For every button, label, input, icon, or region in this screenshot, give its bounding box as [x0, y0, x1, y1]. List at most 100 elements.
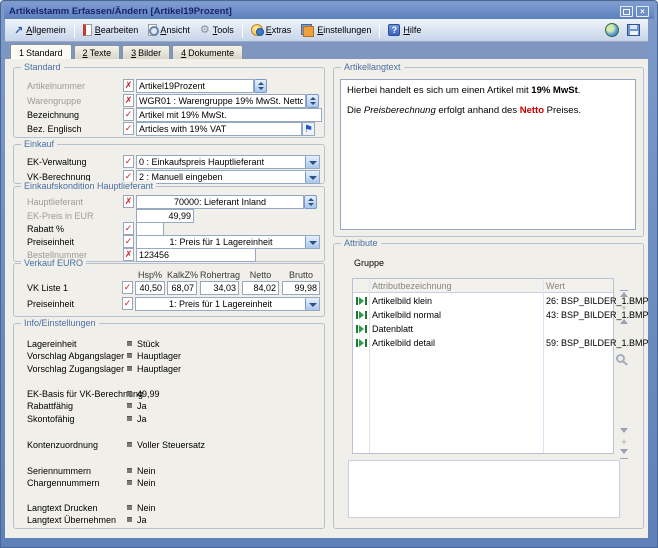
app-window: Artikelstamm Erfassen/Ändern [Artikel19P… — [0, 0, 658, 548]
mandatory-x-icon[interactable] — [123, 94, 134, 107]
bullet-icon — [127, 505, 132, 510]
row-up-button[interactable] — [619, 317, 629, 327]
search-magnifier-icon[interactable] — [616, 354, 625, 363]
tab-dokumente[interactable]: 4Dokumente — [172, 45, 243, 59]
row-add-button[interactable]: + — [619, 438, 629, 448]
preiseinheit-select[interactable]: 1: Preis für 1 Lagereinheit — [136, 235, 320, 249]
window-close-button[interactable]: × — [636, 6, 649, 17]
brutto-input[interactable] — [282, 281, 320, 295]
hsp-input[interactable] — [135, 281, 165, 295]
bullet-icon — [127, 353, 132, 358]
ek-preis-input[interactable] — [136, 209, 194, 223]
window-restore-button[interactable] — [620, 6, 633, 17]
mandatory-x-icon[interactable] — [123, 248, 134, 261]
tab-standard[interactable]: 1Standard — [10, 44, 72, 59]
column-header: KalkZ% — [167, 270, 197, 280]
globe-icon[interactable] — [605, 23, 619, 37]
menu-einstellungen[interactable]: Einstellungen — [296, 22, 376, 39]
extras-icon — [251, 24, 263, 36]
mandatory-x-icon[interactable] — [123, 195, 134, 208]
language-flag-icon[interactable] — [302, 122, 315, 136]
info-value: Ja — [137, 401, 147, 411]
table-row[interactable]: Datenblatt — [353, 322, 613, 336]
group-info-einstellungen: Info/Einstellungen LagereinheitStück Vor… — [13, 323, 325, 529]
dropdown-arrow-icon[interactable] — [305, 298, 319, 310]
info-label: Seriennummern — [27, 466, 91, 476]
ek-verwaltung-select[interactable]: 0 : Einkaufspreis Hauptlieferant — [136, 155, 320, 169]
menu-separator — [379, 23, 380, 38]
menu-bar: Allgemein Bearbeiten Ansicht ⚙Tools Extr… — [5, 19, 648, 42]
dropdown-arrow-icon[interactable] — [305, 171, 319, 183]
column-header-wert[interactable]: Wert — [546, 281, 565, 291]
menu-label: Bearbeiten — [95, 25, 139, 35]
hauptlieferant-input[interactable] — [136, 195, 304, 209]
mandatory-x-icon[interactable] — [123, 79, 134, 92]
group-verkauf-euro: Verkauf EURO Hsp% KalkZ% Rohertrag Netto… — [13, 263, 325, 317]
view-magnifier-icon — [148, 24, 157, 36]
check-icon[interactable] — [123, 155, 134, 168]
info-label: Skontofähig — [27, 414, 75, 424]
menu-label: Extras — [266, 25, 292, 35]
menu-hilfe[interactable]: Hilfe — [383, 22, 426, 38]
check-icon[interactable] — [123, 235, 134, 248]
column-header: Netto — [242, 270, 279, 280]
tab-bilder[interactable]: 3Bilder — [122, 45, 170, 59]
bestellnummer-input[interactable] — [136, 248, 256, 262]
selected-value: 1: Preis für 1 Lagereinheit — [138, 299, 303, 309]
check-icon[interactable] — [123, 108, 134, 121]
field-label: Bez. Englisch — [27, 124, 82, 134]
menu-allgemein[interactable]: Allgemein — [9, 22, 71, 39]
menu-extras[interactable]: Extras — [246, 22, 297, 38]
warengruppe-input[interactable] — [136, 94, 306, 108]
attribute-marker-icon — [356, 325, 367, 333]
table-row[interactable]: Artikelbild klein26: BSP_BILDER_1.BMP — [353, 294, 613, 308]
row-insert-button[interactable]: + — [619, 304, 629, 314]
field-label: EK-Preis in EUR — [27, 211, 94, 221]
langtext-editor[interactable]: Hierbei handelt es sich um einen Artikel… — [340, 79, 636, 230]
bez-englisch-input[interactable] — [136, 122, 302, 136]
info-value: Stück — [137, 339, 160, 349]
tab-page-standard: Standard Artikelnummer Warengruppe Bezei… — [5, 59, 648, 538]
info-label: Kontenzuordnung — [27, 440, 98, 450]
artikelnummer-spin-button[interactable] — [254, 79, 267, 93]
menu-label: Einstellungen — [317, 25, 371, 35]
vk-preiseinheit-select[interactable]: 1: Preis für 1 Lagereinheit — [135, 297, 320, 311]
menu-separator — [74, 23, 75, 38]
warengruppe-spin-button[interactable] — [306, 94, 319, 108]
menu-bearbeiten[interactable]: Bearbeiten — [78, 22, 144, 38]
check-icon[interactable] — [122, 281, 133, 294]
menu-ansicht[interactable]: Ansicht — [143, 22, 195, 38]
settings-icon — [301, 24, 314, 37]
artikelnummer-input[interactable] — [136, 79, 254, 93]
save-icon[interactable] — [627, 24, 640, 36]
row-first-button[interactable] — [619, 290, 629, 300]
netto-input[interactable] — [242, 281, 279, 295]
table-row[interactable]: Artikelbild normal43: BSP_BILDER_1.BMP — [353, 308, 613, 322]
check-icon[interactable] — [122, 297, 133, 310]
group-title: Standard — [21, 62, 64, 72]
hauptlieferant-spin-button[interactable] — [304, 195, 317, 209]
rohertrag-input[interactable] — [200, 281, 239, 295]
table-row[interactable]: Artikelbild detail59: BSP_BILDER_1.BMP — [353, 336, 613, 350]
info-label: Vorschlag Abgangslager — [27, 351, 124, 361]
attribute-detail-pane[interactable] — [348, 460, 620, 518]
menu-label: Hilfe — [403, 25, 421, 35]
info-value: Nein — [137, 466, 156, 476]
dropdown-arrow-icon[interactable] — [305, 156, 319, 168]
row-last-button[interactable] — [619, 449, 629, 459]
column-header-attributbezeichnung[interactable]: Attributbezeichnung — [372, 281, 452, 291]
row-down-button[interactable] — [619, 426, 629, 436]
check-icon[interactable] — [123, 222, 134, 235]
attribute-marker-icon — [356, 297, 367, 305]
vk-berechnung-select[interactable]: 2 : Manuell eingeben — [136, 170, 320, 184]
bezeichnung-input[interactable] — [136, 108, 322, 122]
check-icon[interactable] — [123, 122, 134, 135]
menu-tools[interactable]: ⚙Tools — [195, 22, 239, 38]
tab-texte[interactable]: 2Texte — [74, 45, 121, 59]
dropdown-arrow-icon[interactable] — [305, 236, 319, 248]
info-label: Vorschlag Zugangslager — [27, 364, 124, 374]
field-label: Hauptlieferant — [27, 197, 83, 207]
rabatt-input[interactable] — [136, 222, 164, 236]
kalkz-input[interactable] — [167, 281, 197, 295]
column-header: Brutto — [282, 270, 320, 280]
